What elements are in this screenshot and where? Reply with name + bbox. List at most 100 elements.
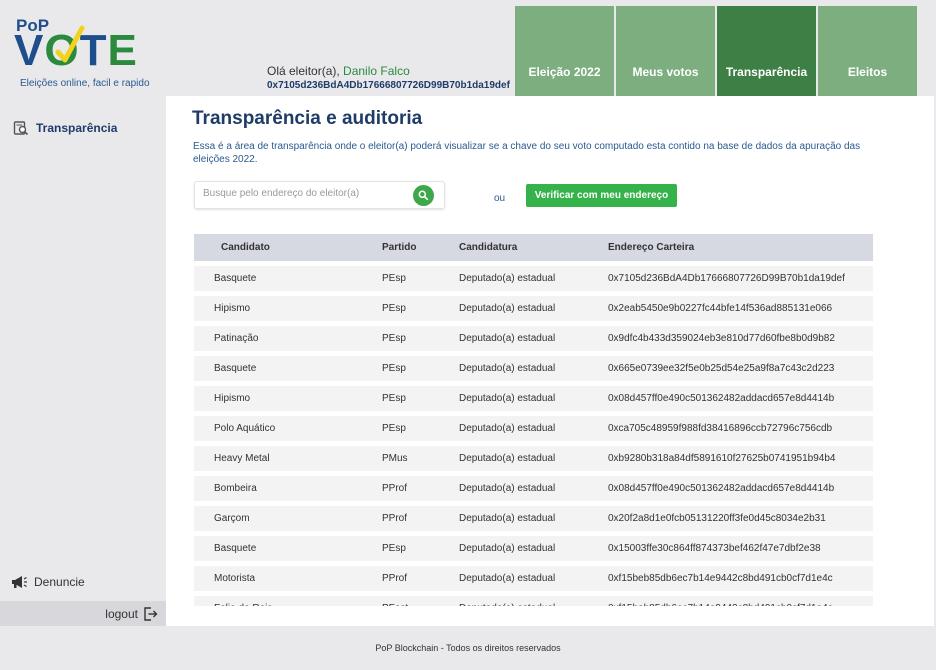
candidacy-cell: Deputado(a) estadual <box>459 363 556 374</box>
main-nav: Eleição 2022 Meus votos Transparência El… <box>515 6 919 96</box>
candidate-cell: Folia de Reis <box>194 603 382 606</box>
candidate-cell: Polo Aquático <box>214 423 276 434</box>
footer-text: PoP Blockchain - Todos os direitos reser… <box>375 643 561 653</box>
candidate-cell: Garçom <box>214 513 250 524</box>
table-row[interactable]: Patinação PEsp Deputado(a) estadual 0x9dfc4… <box>194 326 873 351</box>
candidacy-cell: Deputado(a) estadual <box>459 453 556 464</box>
search-icon <box>418 190 429 201</box>
party-cell: PEsp <box>382 423 406 434</box>
checkmark-icon <box>55 25 85 63</box>
party-cell: PProf <box>382 483 408 494</box>
greeting: Olá eleitor(a), Danilo Falco <box>267 64 410 78</box>
sidebar-item-label: Transparência <box>36 121 118 135</box>
logout-button[interactable]: logout <box>0 601 166 626</box>
wallet-address-cell: 0x7105d236BdA4Db17666807726D99B70b1da19d… <box>608 273 845 284</box>
logo[interactable]: PoP VOTE Eleições online, facil e rapido <box>14 12 164 92</box>
magnifier-document-icon <box>13 121 29 136</box>
candidacy-cell: Deputado(a) estadual <box>459 303 556 314</box>
sidebar: Transparência Denuncie logout <box>0 96 166 626</box>
candidacy-cell: Deputado(a) estadual <box>459 513 556 524</box>
candidate-cell: Basquete <box>214 273 257 284</box>
or-label: ou <box>494 193 506 204</box>
transparency-table: Candidato Partido Candidatura Endereço C… <box>194 234 873 606</box>
nav-transparencia[interactable]: Transparência <box>717 6 816 96</box>
table-row[interactable]: Heavy Metal PMus Deputado(a) estadual 0xb92… <box>194 446 873 471</box>
column-header-candidatura[interactable]: Candidatura <box>459 242 608 253</box>
candidate-cell: Bombeira <box>214 483 257 494</box>
megaphone-icon <box>12 576 27 588</box>
wallet-address-cell: 0x08d457ff0e490c501362482addacd657e8d441… <box>608 393 835 404</box>
table-row[interactable]: Hipismo PEsp Deputado(a) estadual 0x08d457f… <box>194 386 873 411</box>
table-row[interactable]: Garçom PProf Deputado(a) estadual 0x20f2a8d… <box>194 506 873 531</box>
sidebar-item-denuncie[interactable]: Denuncie <box>10 574 85 590</box>
nav-eleitos[interactable]: Eleitos <box>818 6 917 96</box>
verify-with-my-address-button[interactable]: Verificar com meu endereço <box>526 184 677 207</box>
logout-label: logout <box>105 606 138 621</box>
candidacy-cell: Deputado(a) estadual <box>459 333 556 344</box>
logo-tagline: Eleições online, facil e rapido <box>20 78 150 89</box>
party-cell: PEsp <box>382 333 406 344</box>
search-box <box>194 181 445 209</box>
candidate-cell: Basquete <box>214 543 257 554</box>
table-row[interactable]: Bombeira PProf Deputado(a) estadual 0x08d45… <box>194 476 873 501</box>
candidacy-cell: Deputado(a) estadual <box>459 543 556 554</box>
party-cell: PProf <box>382 513 408 524</box>
table-row[interactable]: Basquete PEsp Deputado(a) estadual 0x665e07… <box>194 356 873 381</box>
party-cell: PEsp <box>382 303 406 314</box>
candidacy-cell: Deputado(a) estadual <box>459 393 556 404</box>
candidate-cell: Basquete <box>214 363 257 374</box>
wallet-address-cell: 0xf15beb85db6ec7b14e9442c8bd491cb0cf7d1e… <box>608 573 833 584</box>
wallet-address-cell: 0xf15beb85db6ec7b14e9442c8bd491cb0cf7d1e… <box>608 603 873 606</box>
candidacy-cell: Deputado(a) estadual <box>459 603 608 606</box>
party-cell: PProf <box>382 573 408 584</box>
candidacy-cell: Deputado(a) estadual <box>459 483 556 494</box>
party-cell: PEsp <box>382 543 406 554</box>
party-cell: PEsp <box>382 273 406 284</box>
candidacy-cell: Deputado(a) estadual <box>459 423 556 434</box>
table-row[interactable]: Hipismo PEsp Deputado(a) estadual 0x2eab545… <box>194 296 873 321</box>
footer: PoP Blockchain - Todos os direitos reser… <box>0 626 936 670</box>
table-row[interactable]: Polo Aquático PEsp Deputado(a) estadual 0xc… <box>194 416 873 441</box>
wallet-address-cell: 0x20f2a8d1e0fcb05131220ff3fe0d45c8034e2b… <box>608 513 826 524</box>
search-input[interactable] <box>203 188 403 199</box>
nav-meus-votos[interactable]: Meus votos <box>616 6 715 96</box>
party-cell: PEsp <box>382 393 406 404</box>
logout-icon <box>144 606 158 621</box>
column-header-endereco-carteira[interactable]: Endereço Carteira <box>608 242 873 253</box>
candidate-cell: Heavy Metal <box>214 453 270 464</box>
wallet-address-cell: 0xca705c48959f988fd38416896ccb72796c756c… <box>608 423 833 434</box>
table-row[interactable]: Folia de ReisPFestDeputado(a) estadual0x… <box>194 596 873 606</box>
table-header: Candidato Partido Candidatura Endereço C… <box>194 234 873 261</box>
main-content: Transparência e auditoria Essa é a área … <box>166 96 934 626</box>
header: PoP VOTE Eleições online, facil e rapido… <box>0 0 936 96</box>
table-row[interactable]: Basquete PEsp Deputado(a) estadual 0x15003f… <box>194 536 873 561</box>
table-row[interactable]: Basquete PEsp Deputado(a) estadual 0x7105d2… <box>194 266 873 291</box>
candidate-cell: Hipismo <box>214 303 251 314</box>
candidacy-cell: Deputado(a) estadual <box>459 573 556 584</box>
nav-eleicao-2022[interactable]: Eleição 2022 <box>515 6 614 96</box>
table-row[interactable]: Motorista PProf Deputado(a) estadual 0xf15b… <box>194 566 873 591</box>
candidate-cell: Hipismo <box>214 393 251 404</box>
column-header-candidato[interactable]: Candidato <box>194 242 382 253</box>
sidebar-item-label: Denuncie <box>34 575 85 589</box>
wallet-address-cell: 0x15003ffe30c864ff874373bef462f47e7dbf2e… <box>608 543 821 554</box>
wallet-address-cell: 0x9dfc4b433d359024eb3e810d77d60fbe8b0d9b… <box>608 333 835 344</box>
wallet-address-cell: 0x665e0739ee32f5e0b25d54e25a9f8a7c43c2d2… <box>608 363 835 374</box>
party-cell: PFest <box>382 603 459 606</box>
wallet-address-cell: 0x2eab5450e9b0227fc44bfe14f536ad885131e0… <box>608 303 833 314</box>
table-body: Basquete PEsp Deputado(a) estadual 0x7105d2… <box>194 266 873 606</box>
search-button[interactable] <box>413 185 434 206</box>
sidebar-item-transparencia[interactable]: Transparência <box>13 120 117 136</box>
column-header-partido[interactable]: Partido <box>382 242 459 253</box>
party-cell: PEsp <box>382 363 406 374</box>
party-cell: PMus <box>382 453 408 464</box>
wallet-address: 0x7105d236BdA4Db17666807726D99B70b1da19d… <box>267 80 510 91</box>
candidacy-cell: Deputado(a) estadual <box>459 273 556 284</box>
candidate-cell: Motorista <box>214 573 256 584</box>
page-title: Transparência e auditoria <box>192 108 423 129</box>
candidate-cell: Patinação <box>214 333 259 344</box>
wallet-address-cell: 0xb9280b318a84df5891610f27625b0741951b94… <box>608 453 836 464</box>
page-description: Essa é a área de transparência onde o el… <box>193 141 861 165</box>
wallet-address-cell: 0x08d457ff0e490c501362482addacd657e8d441… <box>608 483 835 494</box>
greeting-prefix: Olá eleitor(a), <box>267 64 340 78</box>
